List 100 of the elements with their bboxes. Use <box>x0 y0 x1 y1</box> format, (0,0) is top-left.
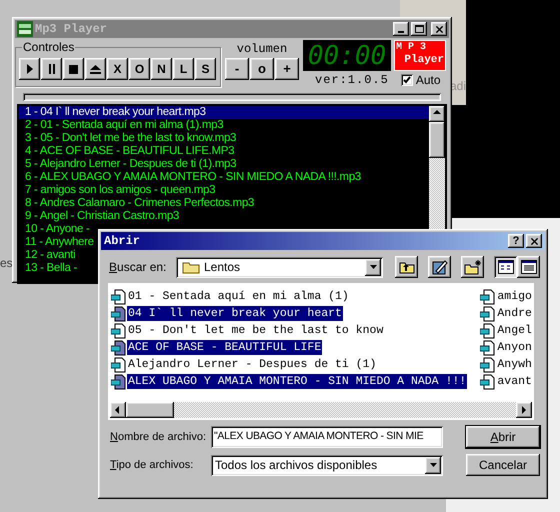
file-item[interactable]: 05 - Don't let me be the last to know <box>127 323 384 338</box>
window-title: Mp3 Player <box>35 21 108 38</box>
auto-checkbox[interactable] <box>400 74 413 86</box>
pen-icon <box>432 259 448 275</box>
file-item[interactable]: Anywh <box>496 357 532 372</box>
arrow-right-icon <box>519 405 529 415</box>
folder-dropdown[interactable]: Lentos <box>176 256 383 278</box>
player-button[interactable]: L <box>173 58 194 80</box>
file-icon <box>480 374 496 390</box>
playlist-item[interactable]: 5 - Alejandro Lerner - Despues de ti (1).mp3 <box>19 158 429 171</box>
player-button[interactable] <box>41 58 62 80</box>
logo-text: Player <box>404 54 445 66</box>
playlist-item[interactable]: 7 - amigos son los amigos - queen.mp3 <box>19 184 429 197</box>
play-icon <box>26 64 34 74</box>
playlist-item[interactable]: 1 - 04 I` ll never break your heart.mp3 <box>19 106 429 119</box>
horizontal-scrollbar[interactable] <box>110 402 532 418</box>
playlist-item[interactable]: 2 - 01 - Sentada aquí en mi alma (1).mp3 <box>19 119 429 132</box>
look-in-label: Buscar en: <box>109 259 168 276</box>
player-button[interactable]: N <box>151 58 172 80</box>
minimize-icon <box>398 31 404 33</box>
file-item[interactable]: ALEX UBAGO Y AMAIA MONTERO - SIN MIEDO A NADA !!! <box>127 374 468 389</box>
list-view-button[interactable] <box>494 256 517 278</box>
scroll-button[interactable] <box>516 402 532 418</box>
scroll-button[interactable] <box>110 402 126 418</box>
close-button[interactable] <box>431 22 447 36</box>
close-icon <box>434 24 444 34</box>
scroll-thumb[interactable] <box>429 122 445 158</box>
playlist-item[interactable]: 9 - Angel - Christian Castro.mp3 <box>19 210 429 223</box>
file-icon <box>111 356 127 372</box>
details-view-icon <box>520 260 536 274</box>
file-type-label: Tipo de archivos: <box>110 458 194 473</box>
playlist-item[interactable]: 6 - ALEX UBAGO Y AMAIA MONTERO - SIN MIEDO A NADA !!!.mp3 <box>19 171 429 184</box>
player-button[interactable]: O <box>129 58 150 80</box>
player-button[interactable]: S <box>195 58 216 80</box>
up-folder-button[interactable] <box>395 256 418 278</box>
player-button[interactable] <box>19 58 40 80</box>
file-icon <box>480 340 496 356</box>
close-button[interactable] <box>526 234 542 248</box>
playlist-item[interactable]: 4 - ACE OF BASE - BEAUTIFUL LIFE.MP3 <box>19 145 429 158</box>
folder-up-icon <box>398 260 414 274</box>
volume-button[interactable]: + <box>275 58 299 80</box>
dropdown-button[interactable] <box>365 258 381 276</box>
scroll-thumb[interactable] <box>126 402 174 418</box>
volume-button[interactable]: - <box>225 58 249 80</box>
folder-icon <box>182 260 200 274</box>
file-icon <box>111 322 127 338</box>
file-icon <box>480 356 496 372</box>
folder-name: Lentos <box>204 259 242 276</box>
minimize-button[interactable] <box>393 22 409 36</box>
file-name-label: Nombre de archivo: <box>110 430 207 445</box>
file-item[interactable]: Alejandro Lerner - Despues de ti (1) <box>127 357 378 372</box>
file-item[interactable]: avant <box>496 374 532 389</box>
check-icon <box>402 76 411 84</box>
list-view-icon <box>498 260 514 274</box>
file-type-value: Todos los archivos disponibles <box>215 457 378 474</box>
file-type-dropdown[interactable]: Todos los archivos disponibles <box>211 454 443 476</box>
file-item[interactable]: 04 I` ll never break your heart <box>127 306 343 321</box>
maximize-icon <box>414 25 424 33</box>
file-icon <box>111 288 127 304</box>
caret-icon <box>370 265 376 269</box>
pause-icon <box>48 64 56 74</box>
eject-icon <box>90 64 101 74</box>
file-icon <box>111 374 127 390</box>
help-button[interactable]: ? <box>508 234 524 248</box>
dialog-button[interactable]: Cancelar <box>466 454 540 476</box>
background-text: es <box>0 255 13 272</box>
stop-icon <box>69 64 78 74</box>
app-icon <box>17 21 33 37</box>
file-item[interactable]: 01 - Sentada aquí en mi alma (1) <box>127 289 350 304</box>
file-icon <box>480 288 496 304</box>
player-button[interactable] <box>85 58 106 80</box>
file-item[interactable]: ACE OF BASE - BEAUTIFUL LIFE <box>127 340 322 355</box>
maximize-button[interactable] <box>411 22 427 36</box>
version-label: ver:1.0.5 <box>315 73 389 87</box>
file-item[interactable]: amigo <box>496 289 532 304</box>
file-icon <box>480 322 496 338</box>
player-button[interactable]: X <box>107 58 128 80</box>
player-button[interactable] <box>63 58 84 80</box>
dropdown-button[interactable] <box>425 456 441 474</box>
time-display: 00:00 <box>303 40 391 71</box>
file-icon <box>111 340 127 356</box>
details-view-button[interactable] <box>517 256 540 278</box>
desktop-button[interactable] <box>428 256 451 278</box>
new-folder-icon <box>464 259 482 275</box>
file-icon <box>480 306 496 322</box>
file-name-field[interactable]: "ALEX UBAGO Y AMAIA MONTERO - SIN MIE <box>211 426 443 448</box>
checkbox-label: Auto <box>416 73 440 87</box>
close-icon <box>528 236 540 246</box>
playlist-item[interactable]: 3 - 05 - Don't let me be the last to know.mp3 <box>19 132 429 145</box>
group-label: Controles <box>22 40 76 54</box>
file-item[interactable]: Angel <box>496 323 532 338</box>
volume-button[interactable]: o <box>250 58 274 80</box>
scroll-button[interactable] <box>429 106 445 122</box>
playlist-item[interactable]: 8 - Andres Calamaro - Crimenes Perfectos.mp3 <box>19 197 429 210</box>
logo-text: M P 3 <box>395 42 428 54</box>
new-folder-button[interactable] <box>461 256 484 278</box>
file-item[interactable]: Anyon <box>496 340 532 355</box>
file-item[interactable]: Andre <box>496 306 532 321</box>
dialog-button[interactable]: Abrir <box>466 426 540 448</box>
progress-track[interactable] <box>23 93 441 101</box>
